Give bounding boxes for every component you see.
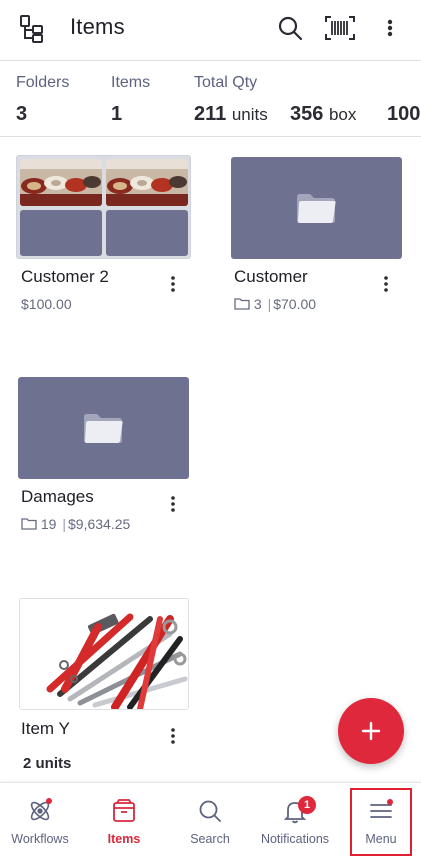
- folder-meta: 19 | $9,634.25: [21, 516, 130, 532]
- total-qty-label: Total Qty: [194, 74, 258, 91]
- qty-box-value: 356: [290, 103, 324, 125]
- folder-icon: [297, 194, 336, 223]
- qty-units-unit: units: [231, 105, 268, 124]
- search-icon[interactable]: [276, 14, 304, 42]
- rugs-image: [106, 159, 188, 206]
- nav-item-notifications[interactable]: 1 Notifications: [252, 783, 338, 859]
- barcode-scan-icon[interactable]: [324, 14, 356, 42]
- folder-name[interactable]: Customer: [234, 267, 308, 287]
- card-more-icon[interactable]: [165, 493, 181, 515]
- item-thumbnail-tools[interactable]: [19, 598, 189, 710]
- notification-badge: 1: [298, 796, 316, 814]
- folder-meta: 3 | $70.00: [234, 296, 316, 312]
- folders-count: 3: [16, 103, 28, 125]
- nav-label-items: Items: [107, 832, 141, 846]
- nav-item-workflows[interactable]: Workflows: [0, 783, 80, 859]
- subfolder-count: 19: [40, 516, 57, 532]
- search-icon: [199, 800, 221, 822]
- qty-box: 356 box: [290, 103, 356, 126]
- card-more-icon[interactable]: [165, 725, 181, 747]
- folders-label: Folders: [16, 74, 70, 91]
- qty-units: 211 units: [194, 103, 268, 126]
- collage-placeholder: [20, 210, 102, 256]
- folder-outline-icon: [234, 298, 250, 310]
- box-icon: [113, 799, 135, 822]
- folder-outline-icon: [21, 518, 37, 530]
- stats-divider: [0, 136, 421, 137]
- folder-price: $100.00: [21, 296, 72, 312]
- folder-thumbnail[interactable]: [231, 157, 402, 259]
- items-label: Items: [111, 74, 151, 91]
- card-more-icon[interactable]: [165, 273, 181, 295]
- page-title: Items: [70, 14, 125, 39]
- rugs-image: [20, 159, 102, 206]
- collage-placeholder: [106, 210, 188, 256]
- folder-icon: [84, 414, 123, 443]
- nav-item-items[interactable]: Items: [84, 783, 164, 859]
- add-button[interactable]: [338, 698, 404, 764]
- folder-thumbnail[interactable]: [18, 377, 189, 479]
- folder-name[interactable]: Damages: [21, 487, 94, 507]
- qty-box-unit: box: [328, 105, 357, 124]
- folder-price: $70.00: [273, 296, 317, 312]
- subfolder-count: 3: [253, 296, 262, 312]
- items-count: 1: [111, 103, 123, 125]
- qty-more-value: 100: [387, 103, 421, 125]
- tree-view-icon[interactable]: [18, 14, 46, 44]
- item-name[interactable]: Item Y: [21, 719, 70, 739]
- app-header: Items: [0, 0, 421, 60]
- atom-icon: [30, 798, 52, 821]
- folder-name[interactable]: Customer 2: [21, 267, 109, 287]
- item-quantity: 2 units: [23, 755, 72, 772]
- qty-units-value: 211: [194, 103, 227, 125]
- folder-price: $9,634.25: [68, 516, 131, 532]
- nav-label-workflows: Workflows: [11, 832, 69, 846]
- nav-label-notifications: Notifications: [260, 832, 330, 846]
- folder-thumbnail-collage[interactable]: [16, 155, 191, 259]
- more-vertical-icon[interactable]: [380, 14, 400, 42]
- plus-icon: [361, 721, 381, 741]
- card-more-icon[interactable]: [378, 273, 394, 295]
- tools-image: [20, 599, 188, 709]
- menu-highlight-box: [350, 788, 412, 856]
- nav-item-search[interactable]: Search: [170, 783, 250, 859]
- nav-label-search: Search: [190, 832, 230, 846]
- summary-stats: Folders 3 Items 1 Total Qty 211 units 35…: [0, 61, 421, 137]
